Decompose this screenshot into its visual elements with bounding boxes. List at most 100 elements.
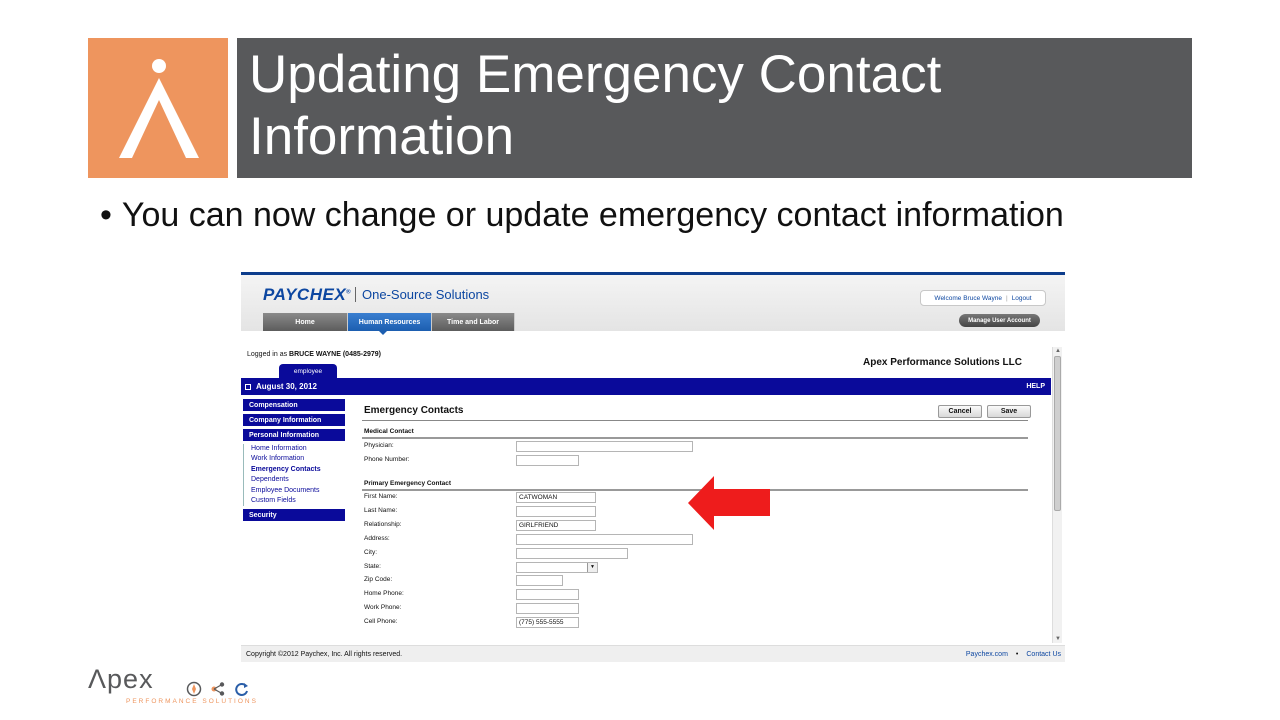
nav-sub-item[interactable]: Employee Documents (243, 485, 345, 497)
dropdown-arrow-icon[interactable]: ▼ (587, 562, 597, 572)
field-label: Last Name: (364, 506, 398, 514)
registered-mark: ® (346, 289, 352, 296)
footer-links: Paychex.com • Contact Us (966, 651, 1061, 658)
manage-user-account-button[interactable]: Manage User Account (959, 314, 1040, 327)
personal-information-submenu: Home Information Work Information Emergenc… (243, 444, 345, 507)
logged-in-info: Logged in as BRUCE WAYNE (0485-2979) (247, 351, 381, 358)
scrollbar-thumb[interactable] (1054, 356, 1061, 511)
nav-compensation[interactable]: Compensation (243, 399, 345, 411)
welcome-text[interactable]: Welcome Bruce Wayne (934, 295, 1002, 302)
contact-us-link[interactable]: Contact Us (1026, 651, 1061, 658)
primary-contact-heading: Primary Emergency Contact (364, 480, 452, 487)
share-nodes-icon (211, 682, 225, 696)
collapse-icon[interactable] (245, 383, 251, 390)
app-header: PAYCHEX® One-Source Solutions Home Human… (241, 275, 1065, 331)
paychex-logo: PAYCHEX® (263, 285, 351, 305)
paychex-brand: PAYCHEX (263, 285, 347, 304)
nav-security[interactable]: Security (243, 509, 345, 522)
main-tabs: Home Human Resources Time and Labor (263, 313, 515, 331)
form-title: Emergency Contacts (364, 405, 464, 416)
compass-icon (186, 681, 202, 697)
welcome-box: Welcome Bruce Wayne | Logout (920, 290, 1046, 306)
apex-icon-row (186, 681, 250, 697)
field-label: Cell Phone: (364, 618, 398, 626)
text-input[interactable]: CATWOMAN (516, 492, 596, 503)
field-label: First Name: (364, 493, 398, 500)
product-name: One-Source Solutions (362, 287, 490, 302)
field-label: Address: (364, 534, 390, 542)
medical-contact-heading: Medical Contact (364, 428, 414, 435)
slide-title-line-2: Information (249, 107, 515, 166)
apex-wordmark: Λpex (88, 664, 154, 694)
input-value: GIRLFRIEND (519, 521, 559, 529)
app-footer: Copyright ©2012 Paychex, Inc. All rights… (241, 645, 1065, 662)
nav-sub-item[interactable]: Work Information (243, 454, 345, 465)
medical-section-divider (362, 437, 1028, 439)
page-scrollbar[interactable]: ▲ ▼ (1052, 347, 1062, 643)
nav-sub-item[interactable]: Custom Fields (243, 496, 345, 507)
apex-footer-logo: Λpex PERFORMANCE SOLUTIONS (88, 664, 288, 708)
paychex-com-link[interactable]: Paychex.com (966, 651, 1008, 658)
company-name: Apex Performance Solutions LLC (863, 357, 1022, 368)
current-date: August 30, 2012 (256, 382, 317, 391)
text-input[interactable] (516, 603, 579, 615)
red-pointer-arrow-icon (688, 476, 770, 530)
text-input[interactable] (516, 441, 693, 452)
refresh-icon (235, 683, 248, 696)
tab-human-resources[interactable]: Human Resources (348, 313, 432, 331)
slide-title-line-1: Updating Emergency Contact (249, 45, 942, 104)
footer-bullet: • (1015, 651, 1019, 658)
logout-link[interactable]: Logout (1012, 295, 1032, 302)
logged-in-prefix: Logged in as (247, 351, 288, 358)
text-input[interactable] (516, 589, 579, 601)
field-label: Home Phone: (364, 590, 404, 598)
field-label: State: (364, 562, 381, 570)
field-label: Work Phone: (364, 604, 402, 612)
save-button[interactable]: Save (987, 405, 1031, 418)
paychex-screenshot: PAYCHEX® One-Source Solutions Home Human… (241, 272, 1065, 662)
cancel-button[interactable]: Cancel (938, 405, 982, 418)
field-label: City: (364, 548, 377, 556)
bullet-dot-icon: • (100, 196, 112, 234)
active-tab-indicator (378, 330, 388, 335)
tab-home[interactable]: Home (263, 313, 348, 331)
scroll-down-icon[interactable]: ▼ (1055, 636, 1061, 642)
nav-company-information[interactable]: Company Information (243, 414, 345, 426)
logged-in-user: BRUCE WAYNE (0485-2979) (289, 351, 381, 358)
input-value: (775) 555-5555 (519, 619, 564, 627)
field-label: Relationship: (364, 520, 402, 528)
apex-logo-mark (88, 38, 228, 178)
slide: Updating Emergency Contact Information •… (0, 0, 1280, 720)
title-bar: Updating Emergency Contact Information (237, 38, 1192, 178)
nav-personal-information[interactable]: Personal Information (243, 429, 345, 441)
text-input[interactable]: GIRLFRIEND (516, 519, 596, 531)
field-label: Phone Number: (364, 455, 410, 463)
nav-sub-item[interactable]: Emergency Contacts (243, 464, 345, 476)
text-input[interactable] (516, 454, 579, 466)
state-select[interactable]: ▼ (516, 561, 598, 573)
text-input[interactable] (516, 533, 693, 545)
brand-divider (355, 287, 356, 302)
welcome-divider: | (1005, 294, 1008, 302)
copyright-text: Copyright ©2012 Paychex, Inc. All rights… (246, 651, 403, 658)
text-input[interactable] (516, 575, 563, 587)
help-link[interactable]: HELP (1026, 383, 1045, 390)
nav-sub-item[interactable]: Home Information (243, 444, 345, 455)
bullet-text: You can now change or update emergency c… (121, 196, 1064, 234)
employee-tab[interactable]: employee (279, 364, 337, 378)
slide-title: Updating Emergency Contact Information (249, 44, 941, 168)
date-bar: August 30, 2012 HELP (241, 378, 1051, 395)
scroll-up-icon[interactable]: ▲ (1055, 348, 1061, 354)
text-input[interactable]: (775) 555-5555 (516, 617, 579, 629)
input-value: CATWOMAN (519, 494, 558, 501)
text-input[interactable] (516, 547, 628, 559)
nav-sub-item[interactable]: Dependents (243, 475, 345, 486)
title-divider (362, 420, 1028, 421)
left-navigation: Compensation Company Information Persona… (243, 399, 345, 524)
bullet-point: • You can now change or update emergency … (100, 196, 1064, 235)
tab-time-and-labor[interactable]: Time and Labor (432, 313, 515, 331)
field-label: Physician: (364, 442, 394, 449)
text-input[interactable] (516, 505, 596, 517)
apex-tagline: PERFORMANCE SOLUTIONS (126, 698, 258, 705)
field-label: Zip Code: (364, 576, 393, 584)
